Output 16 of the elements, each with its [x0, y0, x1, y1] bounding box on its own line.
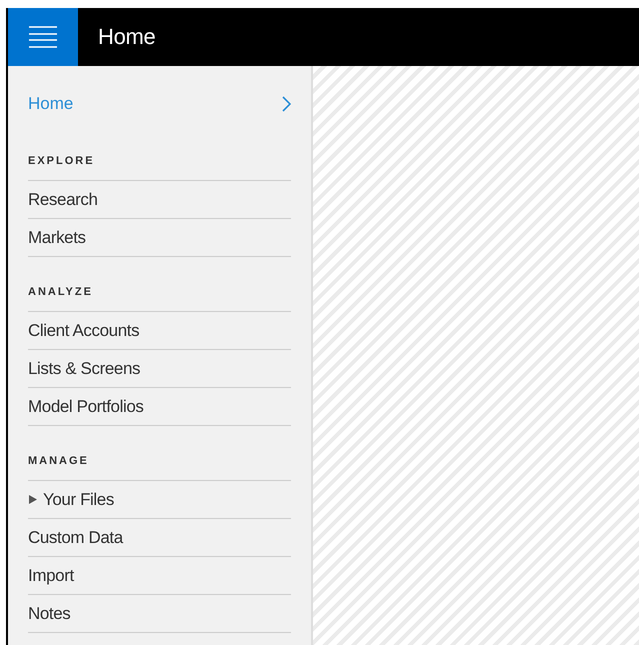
sidebar-item[interactable]: Lists & Screens — [28, 350, 291, 388]
section-heading: MANAGE — [28, 442, 291, 481]
sidebar-item[interactable]: Markets — [28, 219, 291, 257]
sidebar-item[interactable]: Model Portfolios — [28, 388, 291, 426]
section-heading: ANALYZE — [28, 273, 291, 312]
section-heading: EXPLORE — [28, 142, 291, 181]
chevron-right-icon — [282, 96, 291, 112]
sidebar-item[interactable]: Import — [28, 557, 291, 595]
sidebar-item[interactable]: Research — [28, 181, 291, 219]
menu-button[interactable] — [8, 8, 78, 66]
page-title: Home — [98, 24, 156, 50]
menu-icon — [29, 26, 57, 48]
sidebar-item[interactable]: Your Files — [28, 481, 291, 519]
sidebar-item[interactable]: Custom Data — [28, 519, 291, 557]
sidebar-item[interactable]: Client Accounts — [28, 312, 291, 350]
sidebar-item[interactable]: Notes — [28, 595, 291, 633]
